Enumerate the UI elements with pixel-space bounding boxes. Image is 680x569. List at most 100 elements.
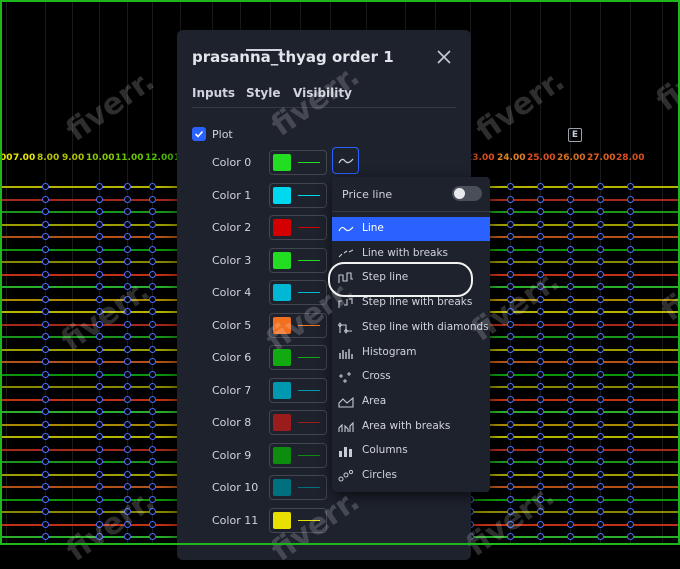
plot-marker <box>567 433 574 440</box>
plot-marker <box>96 483 103 490</box>
plot-marker <box>42 533 49 540</box>
plot-marker <box>627 208 634 215</box>
plot-marker <box>507 446 514 453</box>
menu-item-histogram[interactable]: Histogram <box>332 341 490 365</box>
color-picker-button[interactable] <box>269 150 327 175</box>
color-picker-button[interactable] <box>269 313 327 338</box>
plot-marker <box>627 246 634 253</box>
menu-item-circles[interactable]: Circles <box>332 464 490 488</box>
plot-marker <box>627 408 634 415</box>
plot-marker <box>567 508 574 515</box>
plot-marker <box>537 308 544 315</box>
plot-marker <box>124 271 131 278</box>
plot-marker <box>567 358 574 365</box>
color-picker-button[interactable] <box>269 410 327 435</box>
plot-marker <box>567 321 574 328</box>
color-picker-button[interactable] <box>269 183 327 208</box>
close-icon[interactable] <box>435 48 453 66</box>
plot-marker <box>567 458 574 465</box>
active-tab-indicator <box>246 49 282 51</box>
color-label: Color 4 <box>212 286 252 299</box>
plot-marker <box>96 383 103 390</box>
plot-marker <box>597 533 604 540</box>
plot-marker <box>597 346 604 353</box>
color-picker-button[interactable] <box>269 443 327 468</box>
event-badge[interactable]: E <box>568 128 582 142</box>
menu-item-step-line-with-diamonds[interactable]: Step line with diamonds <box>332 316 490 340</box>
plot-marker <box>507 471 514 478</box>
plot-marker <box>627 296 634 303</box>
menu-item-line[interactable]: Line <box>332 217 490 241</box>
plot-marker <box>597 408 604 415</box>
color-picker-button[interactable] <box>269 378 327 403</box>
plot-marker <box>627 533 634 540</box>
plot-marker <box>96 371 103 378</box>
plot-marker <box>567 296 574 303</box>
plot-marker <box>537 321 544 328</box>
plot-marker <box>537 358 544 365</box>
plot-marker <box>597 221 604 228</box>
color-picker-button[interactable] <box>269 475 327 500</box>
plot-marker <box>537 271 544 278</box>
plot-marker <box>124 196 131 203</box>
plot-marker <box>597 471 604 478</box>
time-axis-label: 8.00 <box>37 153 60 163</box>
plot-marker <box>124 533 131 540</box>
plot-marker <box>597 383 604 390</box>
line-preview <box>298 292 320 293</box>
plot-marker <box>537 196 544 203</box>
plot-marker <box>537 371 544 378</box>
color-picker-button[interactable] <box>269 248 327 273</box>
menu-item-step-line[interactable]: Step line <box>332 266 490 290</box>
menu-item-line-with-breaks[interactable]: Line with breaks <box>332 242 490 266</box>
plot-marker <box>42 483 49 490</box>
menu-item-step-line-with-breaks[interactable]: Step line with breaks <box>332 291 490 315</box>
plot-marker <box>42 183 49 190</box>
tab-visibility[interactable]: Visibility <box>293 86 352 100</box>
menu-item-label: Line with breaks <box>362 247 449 259</box>
plot-marker <box>507 421 514 428</box>
time-axis-label: 27.00 <box>587 153 616 163</box>
menu-item-label: Area <box>362 395 387 407</box>
plot-marker <box>42 458 49 465</box>
color-picker-button[interactable] <box>269 215 327 240</box>
color-picker-button[interactable] <box>269 280 327 305</box>
plot-marker <box>537 433 544 440</box>
plot-marker <box>507 433 514 440</box>
plot-marker <box>537 421 544 428</box>
grid-line <box>6 0 7 545</box>
plot-marker <box>149 471 156 478</box>
plot-marker <box>597 483 604 490</box>
plot-marker <box>597 333 604 340</box>
line-preview <box>298 260 320 261</box>
color-picker-button[interactable] <box>269 345 327 370</box>
plot-marker <box>124 446 131 453</box>
price-line-toggle[interactable] <box>452 186 482 201</box>
plot-checkbox[interactable] <box>192 127 206 141</box>
menu-item-area-with-breaks[interactable]: Area with breaks <box>332 415 490 439</box>
plot-marker <box>149 321 156 328</box>
line-style-button[interactable] <box>332 147 359 174</box>
plot-marker <box>597 358 604 365</box>
line-preview <box>298 390 320 391</box>
plot-marker <box>42 446 49 453</box>
menu-item-cross[interactable]: Cross <box>332 365 490 389</box>
plot-marker <box>627 333 634 340</box>
tab-style[interactable]: Style <box>246 86 280 100</box>
plot-marker <box>627 458 634 465</box>
menu-item-area[interactable]: Area <box>332 390 490 414</box>
plot-marker <box>567 396 574 403</box>
menu-item-label: Circles <box>362 469 397 481</box>
color-label: Color 5 <box>212 319 252 332</box>
plot-marker <box>627 496 634 503</box>
color-picker-button[interactable] <box>269 508 327 533</box>
close-button[interactable] <box>435 48 453 66</box>
color-label: Color 6 <box>212 351 252 364</box>
tab-inputs[interactable]: Inputs <box>192 86 235 100</box>
plot-marker <box>96 258 103 265</box>
plot-toggle[interactable]: Plot <box>192 126 233 142</box>
plot-marker <box>42 321 49 328</box>
plot-marker <box>507 483 514 490</box>
plot-marker <box>567 533 574 540</box>
menu-item-columns[interactable]: Columns <box>332 439 490 463</box>
